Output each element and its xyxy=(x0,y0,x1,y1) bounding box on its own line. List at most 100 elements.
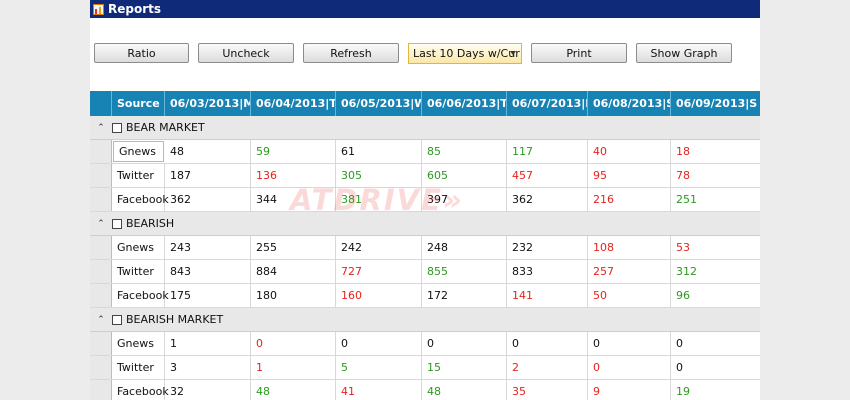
value-cell[interactable]: 78 xyxy=(671,164,757,187)
value-cell[interactable]: 48 xyxy=(165,140,251,163)
ratio-button[interactable]: Ratio xyxy=(94,43,189,63)
print-button[interactable]: Print xyxy=(531,43,627,63)
column-header-date[interactable]: 06/06/2013|THU xyxy=(422,91,507,116)
table-row[interactable]: Gnews 1 0 0 0 0 0 0 xyxy=(90,332,760,356)
value-cell[interactable]: 41 xyxy=(336,380,422,400)
table-row[interactable]: Facebook 362 344 381 397 362 216 251 xyxy=(90,188,760,212)
value-cell[interactable]: 48 xyxy=(422,380,507,400)
value-cell[interactable]: 312 xyxy=(671,260,757,283)
value-cell[interactable]: 344 xyxy=(251,188,336,211)
value-cell[interactable]: 605 xyxy=(422,164,507,187)
table-row[interactable]: Gnews 48 59 61 85 117 40 18 xyxy=(90,140,760,164)
uncheck-button[interactable]: Uncheck xyxy=(198,43,294,63)
value-cell[interactable]: 0 xyxy=(507,332,588,355)
source-cell[interactable]: Twitter xyxy=(112,356,165,379)
value-cell[interactable]: 187 xyxy=(165,164,251,187)
table-row[interactable]: Twitter 843 884 727 855 833 257 312 xyxy=(90,260,760,284)
column-header-date[interactable]: 06/03/2013|MON xyxy=(165,91,251,116)
column-header-date[interactable]: 06/08/2013|SAT xyxy=(588,91,671,116)
value-cell[interactable]: 61 xyxy=(336,140,422,163)
value-cell[interactable]: 5 xyxy=(336,356,422,379)
collapse-chevron-icon[interactable]: ⌃ xyxy=(90,315,112,325)
source-cell[interactable]: Facebook xyxy=(112,188,169,211)
value-cell[interactable]: 50 xyxy=(588,284,671,307)
value-cell[interactable]: 884 xyxy=(251,260,336,283)
value-cell[interactable]: 1 xyxy=(251,356,336,379)
value-cell[interactable]: 362 xyxy=(507,188,588,211)
date-range-select[interactable]: Last 10 Days w/Cur xyxy=(408,43,522,64)
source-cell[interactable]: Gnews xyxy=(113,141,164,162)
value-cell[interactable]: 172 xyxy=(422,284,507,307)
group-checkbox[interactable] xyxy=(112,218,122,229)
value-cell[interactable]: 19 xyxy=(671,380,757,400)
column-header-date[interactable]: 06/05/2013|WED xyxy=(336,91,422,116)
value-cell[interactable]: 843 xyxy=(165,260,251,283)
value-cell[interactable]: 48 xyxy=(251,380,336,400)
value-cell[interactable]: 117 xyxy=(507,140,588,163)
value-cell[interactable]: 180 xyxy=(251,284,336,307)
value-cell[interactable]: 362 xyxy=(165,188,251,211)
source-cell[interactable]: Facebook xyxy=(112,284,169,307)
collapse-chevron-icon[interactable]: ⌃ xyxy=(90,123,112,133)
value-cell[interactable]: 15 xyxy=(422,356,507,379)
value-cell[interactable]: 0 xyxy=(671,356,757,379)
value-cell[interactable]: 3 xyxy=(165,356,251,379)
column-header-date[interactable]: 06/09/2013|SUN xyxy=(671,91,757,116)
table-row[interactable]: Facebook 32 48 41 48 35 9 19 xyxy=(90,380,760,400)
value-cell[interactable]: 32 xyxy=(165,380,251,400)
value-cell[interactable]: 9 xyxy=(588,380,671,400)
value-cell[interactable]: 1 xyxy=(165,332,251,355)
value-cell[interactable]: 251 xyxy=(671,188,757,211)
value-cell[interactable]: 232 xyxy=(507,236,588,259)
value-cell[interactable]: 833 xyxy=(507,260,588,283)
source-cell[interactable]: Twitter xyxy=(112,164,165,187)
value-cell[interactable]: 242 xyxy=(336,236,422,259)
value-cell[interactable]: 216 xyxy=(588,188,671,211)
value-cell[interactable]: 85 xyxy=(422,140,507,163)
group-checkbox[interactable] xyxy=(112,314,122,325)
value-cell[interactable]: 0 xyxy=(422,332,507,355)
table-row[interactable]: Gnews 243 255 242 248 232 108 53 xyxy=(90,236,760,260)
value-cell[interactable]: 381 xyxy=(336,188,422,211)
column-header-source[interactable]: Source xyxy=(112,91,165,116)
value-cell[interactable]: 40 xyxy=(588,140,671,163)
source-cell[interactable]: Twitter xyxy=(112,260,165,283)
value-cell[interactable]: 855 xyxy=(422,260,507,283)
value-cell[interactable]: 457 xyxy=(507,164,588,187)
value-cell[interactable]: 257 xyxy=(588,260,671,283)
table-row[interactable]: Facebook 175 180 160 172 141 50 96 xyxy=(90,284,760,308)
value-cell[interactable]: 175 xyxy=(165,284,251,307)
group-checkbox[interactable] xyxy=(112,122,122,133)
source-cell[interactable]: Gnews xyxy=(112,332,165,355)
value-cell[interactable]: 141 xyxy=(507,284,588,307)
value-cell[interactable]: 727 xyxy=(336,260,422,283)
value-cell[interactable]: 255 xyxy=(251,236,336,259)
value-cell[interactable]: 35 xyxy=(507,380,588,400)
table-row[interactable]: Twitter 187 136 305 605 457 95 78 xyxy=(90,164,760,188)
value-cell[interactable]: 136 xyxy=(251,164,336,187)
value-cell[interactable]: 0 xyxy=(251,332,336,355)
value-cell[interactable]: 0 xyxy=(588,356,671,379)
value-cell[interactable]: 0 xyxy=(671,332,757,355)
column-header-date[interactable]: 06/07/2013|FRI xyxy=(507,91,588,116)
value-cell[interactable]: 397 xyxy=(422,188,507,211)
collapse-chevron-icon[interactable]: ⌃ xyxy=(90,219,112,229)
source-cell[interactable]: Gnews xyxy=(112,236,165,259)
refresh-button[interactable]: Refresh xyxy=(303,43,399,63)
column-header-date[interactable]: 06/04/2013|TUE xyxy=(251,91,336,116)
value-cell[interactable]: 96 xyxy=(671,284,757,307)
value-cell[interactable]: 108 xyxy=(588,236,671,259)
show-graph-button[interactable]: Show Graph xyxy=(636,43,732,63)
value-cell[interactable]: 59 xyxy=(251,140,336,163)
value-cell[interactable]: 0 xyxy=(336,332,422,355)
value-cell[interactable]: 95 xyxy=(588,164,671,187)
value-cell[interactable]: 160 xyxy=(336,284,422,307)
source-cell[interactable]: Facebook xyxy=(112,380,169,400)
value-cell[interactable]: 243 xyxy=(165,236,251,259)
value-cell[interactable]: 305 xyxy=(336,164,422,187)
value-cell[interactable]: 18 xyxy=(671,140,757,163)
value-cell[interactable]: 0 xyxy=(588,332,671,355)
value-cell[interactable]: 53 xyxy=(671,236,757,259)
value-cell[interactable]: 2 xyxy=(507,356,588,379)
value-cell[interactable]: 248 xyxy=(422,236,507,259)
